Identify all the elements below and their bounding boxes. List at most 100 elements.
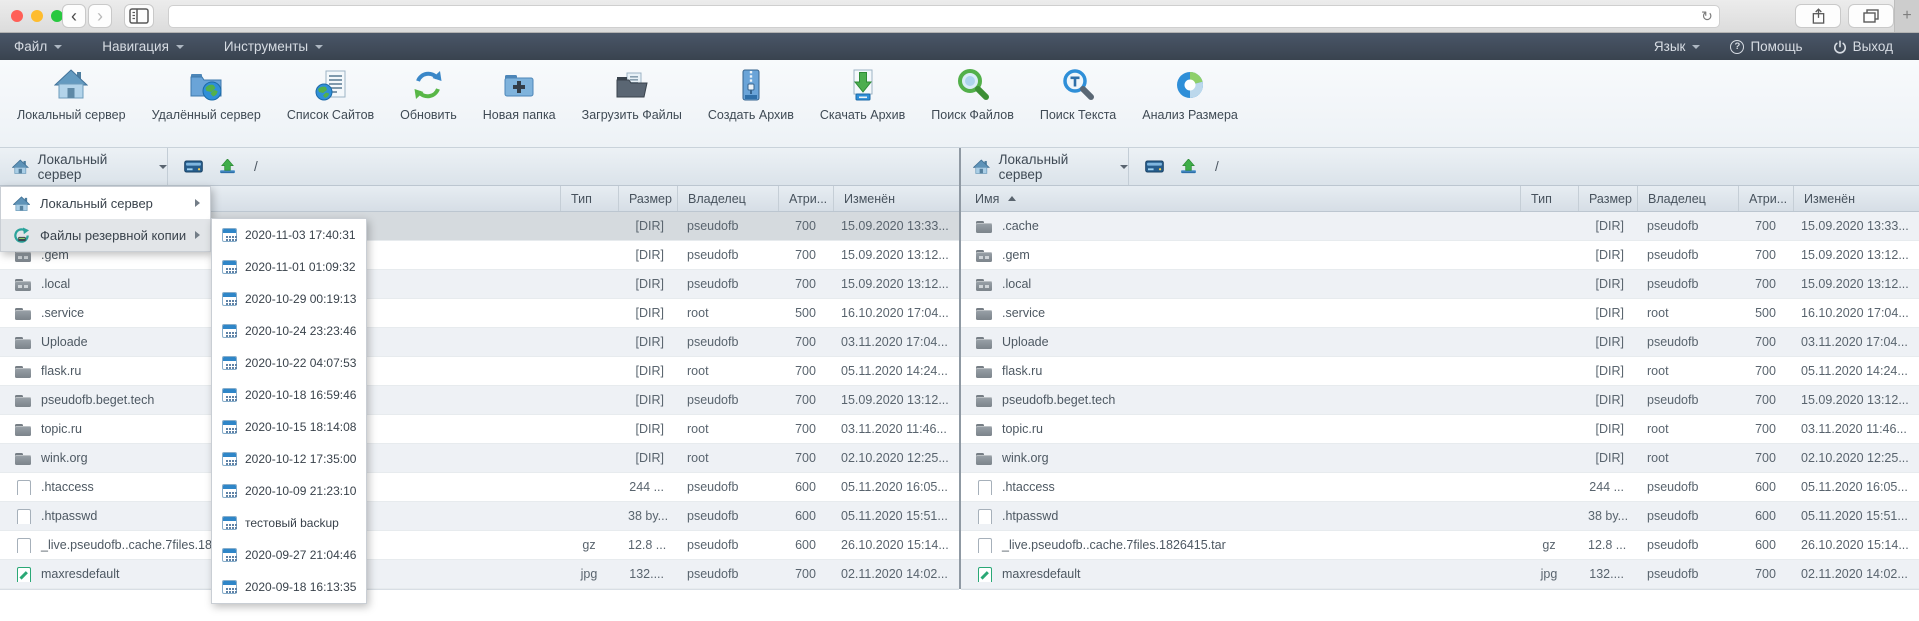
backup-menu-item[interactable]: 2020-10-12 17:35:00 bbox=[212, 443, 366, 475]
new-tab-button[interactable]: + bbox=[1894, 0, 1919, 32]
help-circle-icon: ? bbox=[1730, 40, 1744, 54]
backup-menu-item[interactable]: 2020-10-15 18:14:08 bbox=[212, 411, 366, 443]
table-row[interactable]: Uploade [DIR] pseudofb 700 03.11.2020 17… bbox=[0, 328, 959, 357]
toolbar-button-search-text[interactable]: Поиск Текста bbox=[1027, 60, 1129, 122]
file-type-icon bbox=[975, 480, 993, 495]
table-row[interactable]: .service [DIR] root 500 16.10.2020 17:04… bbox=[961, 299, 1919, 328]
close-window-button[interactable] bbox=[11, 10, 23, 22]
table-row[interactable]: Uploade [DIR] pseudofb 700 03.11.2020 17… bbox=[961, 328, 1919, 357]
column-header-modified[interactable]: Изменён bbox=[833, 186, 959, 211]
column-header-type[interactable]: Тип bbox=[560, 186, 618, 211]
sidebar-toggle-button[interactable] bbox=[124, 4, 154, 28]
file-modified-cell: 03.11.2020 17:04... bbox=[833, 335, 959, 349]
column-header-modified[interactable]: Изменён bbox=[1793, 186, 1919, 211]
file-attrs-cell: 700 bbox=[1738, 451, 1793, 465]
file-type-cell: gz bbox=[560, 538, 618, 552]
table-row[interactable]: _live.pseudofb..cache.7files.1826415.tar… bbox=[961, 531, 1919, 560]
table-row[interactable]: flask.ru [DIR] root 700 05.11.2020 14:24… bbox=[961, 357, 1919, 386]
menu-navigation[interactable]: Навигация bbox=[102, 39, 184, 54]
backup-menu-item[interactable]: 2020-09-27 21:04:46 bbox=[212, 539, 366, 571]
menu-help[interactable]: ?Помощь bbox=[1730, 39, 1802, 54]
toolbar-button-local-server[interactable]: Локальный сервер bbox=[4, 60, 139, 122]
file-size-cell: [DIR] bbox=[1578, 393, 1637, 407]
file-name: maxresdefault bbox=[1002, 567, 1081, 581]
table-row[interactable]: .gem [DIR] pseudofb 700 15.09.2020 13:12… bbox=[961, 241, 1919, 270]
reload-icon[interactable]: ↻ bbox=[1695, 8, 1719, 25]
backup-menu-item[interactable]: 2020-11-03 17:40:31 bbox=[212, 219, 366, 251]
file-owner-cell: root bbox=[1637, 364, 1738, 378]
table-row[interactable]: .local [DIR] pseudofb 700 15.09.2020 13:… bbox=[961, 270, 1919, 299]
column-header-name[interactable]: Имя bbox=[961, 186, 1520, 211]
backup-menu-item[interactable]: 2020-09-18 16:13:35 bbox=[212, 571, 366, 603]
left-server-selector[interactable]: Локальный сервер bbox=[0, 148, 168, 185]
table-row[interactable]: topic.ru [DIR] root 700 03.11.2020 11:46… bbox=[961, 415, 1919, 444]
column-header-type[interactable]: Тип bbox=[1520, 186, 1578, 211]
backup-menu-item[interactable]: 2020-10-24 23:23:46 bbox=[212, 315, 366, 347]
backup-menu-item[interactable]: тестовый backup bbox=[212, 507, 366, 539]
toolbar-button-remote-server[interactable]: Удалённый сервер bbox=[139, 60, 274, 122]
column-header-size[interactable]: Размер bbox=[1578, 186, 1637, 211]
file-attrs-cell: 700 bbox=[1738, 219, 1793, 233]
toolbar-button-search-files[interactable]: Поиск Файлов bbox=[918, 60, 1027, 122]
file-name: wink.org bbox=[41, 451, 88, 465]
toolbar-button-create-archive[interactable]: Создать Архив bbox=[695, 60, 807, 122]
toolbar-button-site-list[interactable]: Список Сайтов bbox=[274, 60, 387, 122]
table-row[interactable]: flask.ru [DIR] root 700 05.11.2020 14:24… bbox=[0, 357, 959, 386]
toolbar-button-download-archive[interactable]: Скачать Архив bbox=[807, 60, 918, 122]
share-button[interactable] bbox=[1795, 4, 1841, 28]
menu-file[interactable]: Файл bbox=[14, 39, 62, 54]
backup-menu-item[interactable]: 2020-10-18 16:59:46 bbox=[212, 379, 366, 411]
table-row[interactable]: maxresdefault jpg 132.... pseudofb 700 0… bbox=[961, 560, 1919, 589]
menu-language[interactable]: Язык bbox=[1654, 39, 1701, 54]
size-analysis-icon bbox=[1173, 68, 1207, 102]
table-row[interactable]: _live.pseudofb..cache.7files.1826415.tar… bbox=[0, 531, 959, 560]
left-upload-button[interactable] bbox=[219, 159, 236, 174]
table-row[interactable]: .cache [DIR] pseudofb 700 15.09.2020 13:… bbox=[961, 212, 1919, 241]
column-header-attrs[interactable]: Атри... bbox=[778, 186, 833, 211]
minimize-window-button[interactable] bbox=[31, 10, 43, 22]
table-row[interactable]: pseudofb.beget.tech [DIR] pseudofb 700 1… bbox=[0, 386, 959, 415]
app-menubar: Файл Навигация Инструменты Язык ?Помощь … bbox=[0, 33, 1919, 60]
menu-logout[interactable]: Выход bbox=[1833, 39, 1893, 54]
address-input[interactable] bbox=[169, 6, 1695, 27]
menu-item-local-server[interactable]: Локальный сервер bbox=[1, 187, 210, 219]
menu-item-backup-files[interactable]: Файлы резервной копии bbox=[1, 219, 210, 251]
file-size-cell: [DIR] bbox=[1578, 451, 1637, 465]
backup-menu-item[interactable]: 2020-10-29 00:19:13 bbox=[212, 283, 366, 315]
file-attrs-cell: 700 bbox=[1738, 335, 1793, 349]
table-row[interactable]: .htpasswd 38 by... pseudofb 600 05.11.20… bbox=[961, 502, 1919, 531]
table-row[interactable]: .htaccess 244 ... pseudofb 600 05.11.202… bbox=[961, 473, 1919, 502]
table-row[interactable]: wink.org [DIR] root 700 02.10.2020 12:25… bbox=[0, 444, 959, 473]
file-owner-cell: pseudofb bbox=[1637, 248, 1738, 262]
backup-menu-item[interactable]: 2020-10-09 21:23:10 bbox=[212, 475, 366, 507]
backup-menu-item[interactable]: 2020-10-22 04:07:53 bbox=[212, 347, 366, 379]
table-row[interactable]: topic.ru [DIR] root 700 03.11.2020 11:46… bbox=[0, 415, 959, 444]
file-attrs-cell: 700 bbox=[778, 219, 833, 233]
file-owner-cell: pseudofb bbox=[677, 219, 778, 233]
toolbar-button-size-analysis[interactable]: Анализ Размера bbox=[1129, 60, 1251, 122]
right-disk-info-button[interactable] bbox=[1145, 160, 1164, 173]
column-header-attrs[interactable]: Атри... bbox=[1738, 186, 1793, 211]
table-row[interactable]: pseudofb.beget.tech [DIR] pseudofb 700 1… bbox=[961, 386, 1919, 415]
file-owner-cell: pseudofb bbox=[677, 480, 778, 494]
toolbar-button-new-folder[interactable]: Новая папка bbox=[470, 60, 569, 122]
right-server-selector[interactable]: Локальный сервер bbox=[961, 148, 1129, 185]
toolbar-button-upload-files[interactable]: Загрузить Файлы bbox=[569, 60, 695, 122]
tab-overview-button[interactable] bbox=[1848, 4, 1894, 28]
table-row[interactable]: .local [DIR] pseudofb 700 15.09.2020 13:… bbox=[0, 270, 959, 299]
menu-tools[interactable]: Инструменты bbox=[224, 39, 323, 54]
column-header-size[interactable]: Размер bbox=[618, 186, 677, 211]
table-row[interactable]: wink.org [DIR] root 700 02.10.2020 12:25… bbox=[961, 444, 1919, 473]
table-row[interactable]: maxresdefault jpg 132.... pseudofb 700 0… bbox=[0, 560, 959, 589]
column-header-owner[interactable]: Владелец bbox=[677, 186, 778, 211]
toolbar-button-refresh[interactable]: Обновить bbox=[387, 60, 470, 122]
left-disk-info-button[interactable] bbox=[184, 160, 203, 173]
back-button[interactable]: ‹ bbox=[62, 4, 86, 28]
column-header-owner[interactable]: Владелец bbox=[1637, 186, 1738, 211]
table-row[interactable]: .htaccess 244 ... pseudofb 600 05.11.202… bbox=[0, 473, 959, 502]
table-row[interactable]: .htpasswd 38 by... pseudofb 600 05.11.20… bbox=[0, 502, 959, 531]
forward-button[interactable]: › bbox=[88, 4, 112, 28]
right-upload-button[interactable] bbox=[1180, 159, 1197, 174]
table-row[interactable]: .service [DIR] root 500 16.10.2020 17:04… bbox=[0, 299, 959, 328]
backup-menu-item[interactable]: 2020-11-01 01:09:32 bbox=[212, 251, 366, 283]
